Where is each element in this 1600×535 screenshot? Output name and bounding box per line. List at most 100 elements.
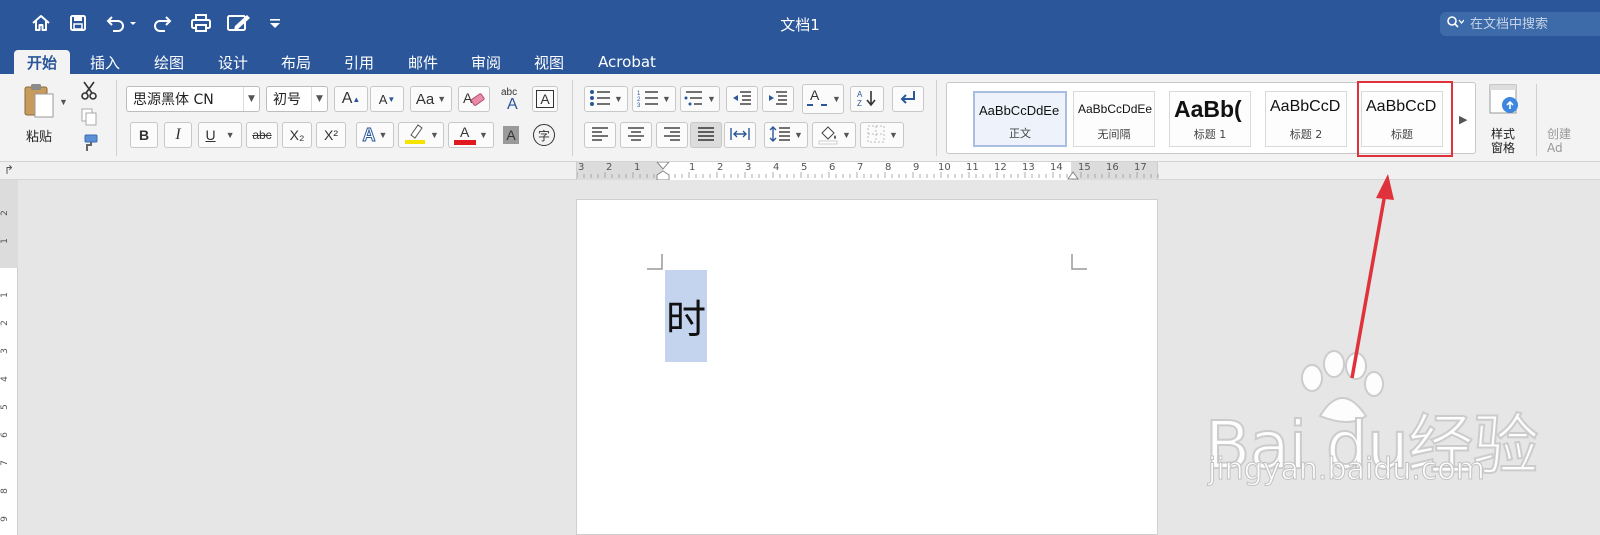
undo-icon[interactable] <box>104 10 138 36</box>
document-page[interactable]: 时 <box>576 199 1158 535</box>
tab-acrobat[interactable]: Acrobat <box>590 50 664 74</box>
chevron-down-icon[interactable]: ▼ <box>243 87 259 111</box>
shading-button[interactable]: ▼ <box>812 122 856 148</box>
sort-direction-button[interactable]: A ▼ <box>802 84 844 114</box>
underline-button[interactable]: U ▼ <box>198 122 242 148</box>
cut-icon[interactable] <box>78 80 100 102</box>
style-heading-2[interactable]: AaBbCcD 标题 2 <box>1265 91 1347 147</box>
font-color-button[interactable]: A ▼ <box>448 122 494 148</box>
ruler-number: 4 <box>0 376 10 382</box>
tab-layout[interactable]: 布局 <box>273 50 319 74</box>
style-name: 正文 <box>1009 127 1031 140</box>
paste-button[interactable]: ▼ <box>14 82 68 122</box>
paste-label: 粘贴 <box>26 130 53 145</box>
copy-icon[interactable] <box>78 106 100 128</box>
superscript-button[interactable]: X² <box>316 122 346 148</box>
ruler-number: 5 <box>0 404 10 410</box>
style-name: 无间隔 <box>1097 128 1131 141</box>
phonetic-a-label: A <box>507 96 518 113</box>
ruler-number: 9 <box>0 516 10 522</box>
highlight-button[interactable]: ▼ <box>398 122 444 148</box>
first-line-indent-marker[interactable] <box>656 162 670 180</box>
tab-draw[interactable]: 绘图 <box>146 50 192 74</box>
sort-az-icon: AZ <box>856 88 878 111</box>
tab-view[interactable]: 视图 <box>526 50 572 74</box>
redo-icon[interactable] <box>150 10 176 36</box>
multilevel-list-button[interactable]: ▼ <box>680 86 720 112</box>
font-size-combo[interactable]: 初号 ▼ <box>266 86 328 112</box>
change-case-button[interactable]: Aa ▼ <box>410 86 452 112</box>
customize-toolbar-icon[interactable] <box>266 10 284 36</box>
style-heading-1[interactable]: AaBb( 标题 1 <box>1169 91 1251 147</box>
bullets-button[interactable]: ▼ <box>584 86 628 112</box>
tab-home[interactable]: 开始 <box>14 50 70 74</box>
clear-formatting-button[interactable]: A <box>458 86 490 112</box>
gallery-next-icon[interactable]: ▶ <box>1459 113 1467 126</box>
bullet-list-icon <box>589 89 611 110</box>
enclose-char-button[interactable]: 字 <box>530 122 558 148</box>
ruler-number: 1 <box>0 238 10 244</box>
tab-references[interactable]: 引用 <box>336 50 382 74</box>
shrink-font-label: A <box>378 91 388 107</box>
chevron-down-icon[interactable]: ▼ <box>311 87 327 111</box>
ruler-number: 2 <box>0 210 10 216</box>
style-sample: AaBbCcDdEe <box>1078 102 1153 116</box>
underline-label: U <box>205 127 216 143</box>
search-input[interactable] <box>1470 16 1580 32</box>
format-painter-icon[interactable] <box>78 132 100 154</box>
style-no-spacing[interactable]: AaBbCcDdEe 无间隔 <box>1073 91 1155 147</box>
borders-button[interactable]: ▼ <box>860 122 904 148</box>
ruler-number: 2 <box>717 162 724 173</box>
line-spacing-button[interactable]: ▼ <box>764 122 808 148</box>
print-icon[interactable] <box>188 10 214 36</box>
borders-icon <box>866 124 886 147</box>
phonetic-guide-button[interactable]: abc A <box>494 84 526 114</box>
home-icon[interactable] <box>28 10 54 36</box>
char-shading-button[interactable]: A <box>498 122 524 148</box>
align-left-icon <box>591 126 609 144</box>
align-center-button[interactable] <box>620 122 652 148</box>
right-indent-marker[interactable] <box>1067 170 1079 180</box>
ruler-number: 9 <box>913 162 920 173</box>
align-left-button[interactable] <box>584 122 616 148</box>
distributed-button[interactable] <box>724 122 756 148</box>
styles-pane-button[interactable] <box>1484 82 1524 120</box>
margin-corner-mark <box>647 254 663 270</box>
tab-mailings[interactable]: 邮件 <box>400 50 446 74</box>
create-label-line2: Ad <box>1547 141 1563 155</box>
style-title[interactable]: AaBbCcD 标题 <box>1361 91 1443 147</box>
strikethrough-button[interactable]: abc <box>246 122 278 148</box>
save-icon[interactable] <box>66 10 90 36</box>
tab-insert[interactable]: 插入 <box>82 50 128 74</box>
sort-button[interactable]: AZ <box>850 86 884 112</box>
ruler-number: 5 <box>801 162 808 173</box>
ruler-number: 3 <box>745 162 752 173</box>
decrease-indent-button[interactable] <box>726 86 758 112</box>
justify-button[interactable] <box>690 122 722 148</box>
italic-button[interactable]: I <box>164 122 192 148</box>
edit-doc-icon[interactable] <box>224 10 254 36</box>
bold-button[interactable]: B <box>130 122 158 148</box>
ruler-number: 7 <box>857 162 864 173</box>
tab-design[interactable]: 设计 <box>210 50 256 74</box>
subscript-button[interactable]: X₂ <box>282 122 312 148</box>
vertical-ruler[interactable]: 2 1 1 2 3 4 5 6 7 8 9 <box>0 180 18 535</box>
text-effects-button[interactable]: A ▼ <box>356 122 394 148</box>
show-marks-button[interactable] <box>892 86 924 112</box>
style-normal[interactable]: AaBbCcDdEe 正文 <box>973 91 1067 147</box>
selected-text[interactable]: 时 <box>665 270 707 362</box>
grow-font-button[interactable]: A ▲ <box>334 86 368 112</box>
shrink-font-button[interactable]: A ▼ <box>370 86 404 112</box>
ruler-number: 3 <box>0 348 10 354</box>
font-name-combo[interactable]: 思源黑体 CN ▼ <box>126 86 260 112</box>
horizontal-ruler[interactable]: 3 2 1 1 2 3 4 5 6 7 8 9 10 11 12 13 14 1… <box>576 162 1159 180</box>
ruler-number: 12 <box>994 162 1007 173</box>
search-box[interactable] <box>1440 12 1600 36</box>
tab-selector-icon[interactable]: ↱ <box>4 163 14 177</box>
tab-review[interactable]: 审阅 <box>463 50 509 74</box>
align-right-button[interactable] <box>656 122 688 148</box>
increase-indent-button[interactable] <box>762 86 794 112</box>
font-name-value: 思源黑体 CN <box>133 92 214 108</box>
char-border-button[interactable]: A <box>532 86 558 112</box>
numbering-button[interactable]: 1 2 3 ▼ <box>632 86 676 112</box>
